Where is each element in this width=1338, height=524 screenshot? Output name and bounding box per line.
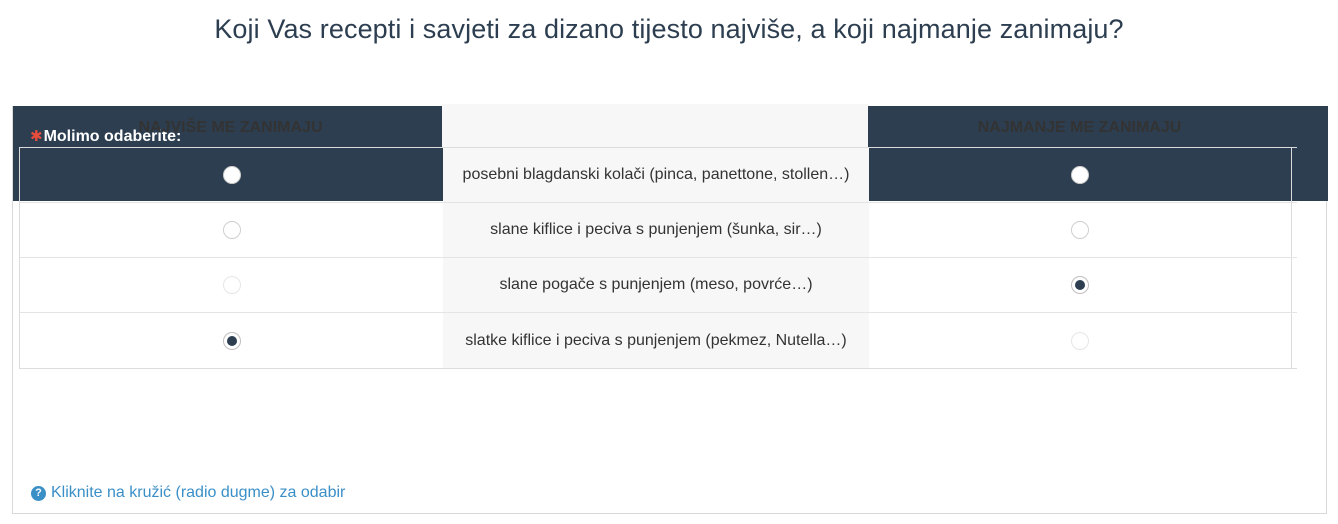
column-header-least: NAJMANJE ME ZANIMAJU	[977, 118, 1182, 136]
column-header-most: NAJVIŠE ME ZANIMAJU	[138, 118, 323, 136]
hint-text: Kliknite na kružić (radio dugme) za odab…	[51, 484, 346, 501]
matrix-row: slatke kiflice i peciva s punjenjem (pek…	[20, 313, 1297, 368]
matrix-row: slane kiflice i peciva s punjenjem (šunk…	[20, 203, 1297, 258]
matrix-row: slane pogače s punjenjem (meso, povrće…)	[20, 258, 1297, 313]
radio-least-1[interactable]	[1071, 166, 1089, 184]
row-label: posebni blagdanski kolači (pinca, panett…	[443, 148, 869, 202]
hint-link[interactable]: ? Kliknite na kružić (radio dugme) za oda…	[31, 484, 345, 502]
radio-most-4[interactable]	[222, 331, 241, 350]
radio-most-2[interactable]	[222, 221, 241, 239]
matrix-body: posebni blagdanski kolači (pinca, panett…	[19, 147, 1297, 369]
row-label: slane pogače s punjenjem (meso, povrće…)	[443, 258, 869, 312]
row-label: slatke kiflice i peciva s punjenjem (pek…	[443, 313, 869, 368]
radio-least-3[interactable]	[1071, 276, 1089, 294]
matrix-row: posebni blagdanski kolači (pinca, panett…	[20, 148, 1297, 203]
radio-most-1[interactable]	[222, 166, 241, 184]
matrix-header-row: NAJVIŠE ME ZANIMAJU NAJMANJE ME ZANIMAJU	[19, 104, 1297, 147]
row-label: slane kiflice i peciva s punjenjem (šunk…	[443, 203, 869, 257]
question-circle-icon: ?	[31, 485, 46, 501]
radio-least-2[interactable]	[1071, 221, 1089, 239]
page-title: Koji Vas recepti i savjeti za dizano tij…	[214, 14, 1124, 44]
radio-least-4[interactable]	[1071, 331, 1089, 350]
radio-most-3[interactable]	[222, 276, 241, 294]
answer-matrix: NAJVIŠE ME ZANIMAJU NAJMANJE ME ZANIMAJU…	[19, 104, 1297, 369]
column-header-item	[442, 104, 868, 147]
